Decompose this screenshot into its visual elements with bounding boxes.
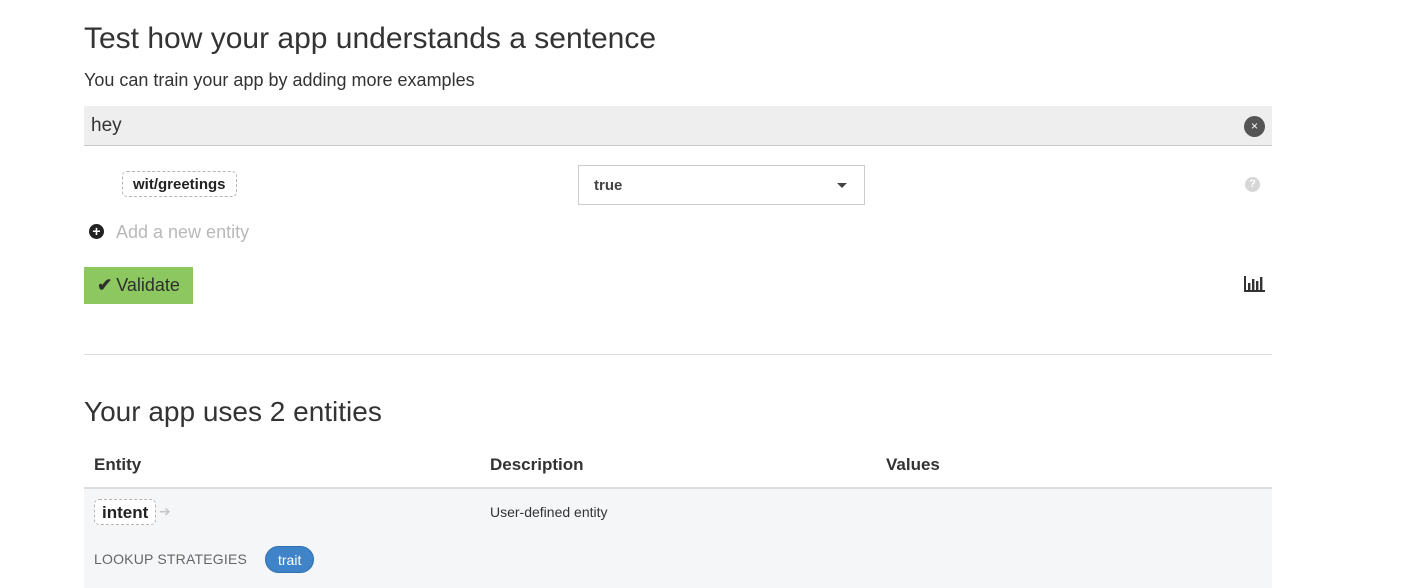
check-icon: ✔ [97, 275, 113, 295]
column-header-entity: Entity [94, 455, 142, 474]
lookup-strategies-label: LOOKUP STRATEGIES [94, 551, 248, 567]
entity-value-select[interactable]: true [578, 165, 865, 205]
test-section-subtitle: You can train your app by adding more ex… [84, 70, 475, 90]
sentence-input[interactable] [84, 106, 1234, 145]
add-entity-label: Add a new entity [116, 222, 250, 242]
bar-chart-icon[interactable] [1244, 276, 1265, 292]
validate-button[interactable]: ✔ Validate [84, 267, 193, 304]
sentence-bar: × [84, 106, 1272, 146]
entity-value: true [594, 177, 623, 194]
validate-label: Validate [116, 275, 180, 295]
table-row: intent ➔ User-defined entity LOOKUP STRA… [84, 489, 1272, 588]
column-header-description: Description [490, 455, 584, 474]
caret-down-icon [837, 183, 847, 188]
lookup-strategy-badge[interactable]: trait [265, 546, 315, 573]
entity-tag[interactable]: wit/greetings [122, 171, 237, 197]
column-header-values: Values [886, 455, 940, 474]
clear-icon[interactable]: × [1244, 116, 1265, 137]
entities-section-title: Your app uses 2 entities [84, 396, 382, 427]
arrow-right-icon[interactable]: ➔ [159, 503, 171, 520]
entity-name[interactable]: intent [94, 499, 157, 525]
help-icon[interactable]: ? [1245, 177, 1260, 192]
entity-description: User-defined entity [490, 504, 608, 520]
section-divider [84, 354, 1272, 355]
plus-circle-icon: + [89, 224, 104, 239]
test-section-title: Test how your app understands a sentence [84, 22, 657, 55]
